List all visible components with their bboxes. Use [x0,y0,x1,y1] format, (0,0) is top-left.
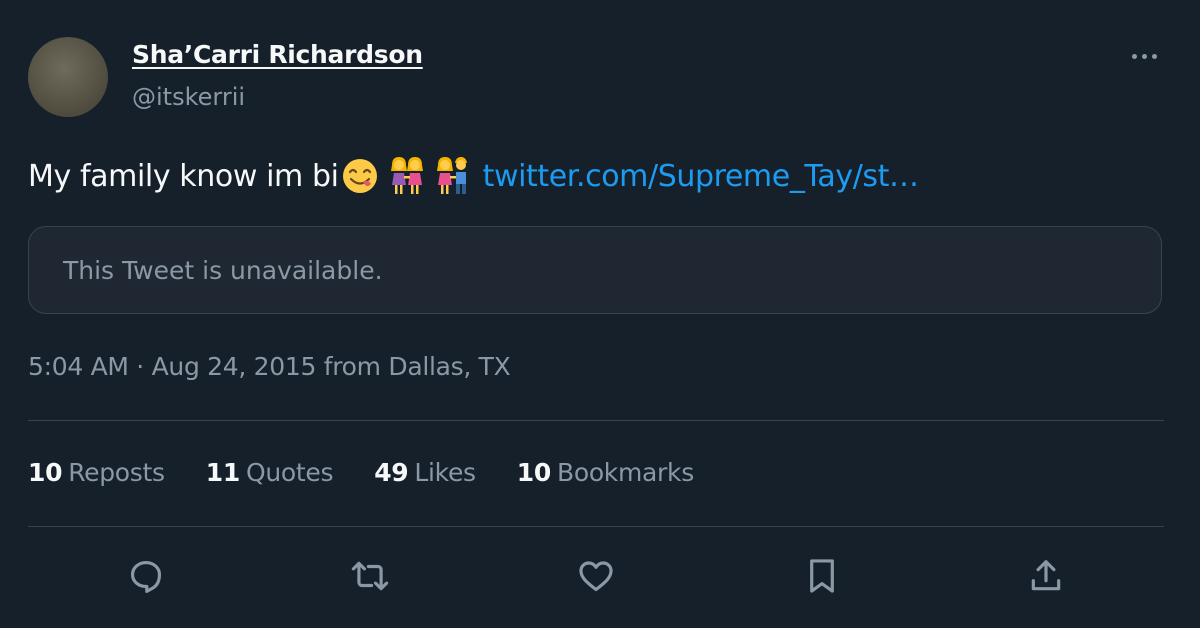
more-dot-icon [1131,53,1137,59]
stat-count: 10 [516,458,552,487]
quoted-tweet-card[interactable]: This Tweet is unavailable. [28,226,1162,314]
author-handle[interactable]: @itskerrii [132,83,245,111]
stat-count: 11 [205,458,241,487]
tweet-timestamp[interactable]: 5:04 AM · Aug 24, 2015 from Dallas, TX [28,352,511,381]
tweet-text: My family know im bi twitter.com/Supreme… [28,156,919,196]
stat-count: 10 [28,458,63,487]
stat-reposts[interactable]: 10 Reposts [28,458,165,487]
stat-likes[interactable]: 49 Likes [374,458,476,487]
women-holding-hands-emoji [389,156,425,196]
divider [28,526,1164,527]
share-icon [1031,560,1061,591]
stat-bookmarks[interactable]: 10 Bookmarks [517,458,694,487]
repost-icon [351,561,389,591]
reply-icon [130,560,162,593]
stat-quotes[interactable]: 11 Quotes [205,458,334,487]
like-button[interactable] [576,556,616,596]
quote-unavailable-text: This Tweet is unavailable. [63,256,383,285]
bookmark-button[interactable] [802,556,842,596]
more-dot-icon [1151,53,1157,59]
stat-label: Likes [414,458,476,487]
reply-button[interactable] [126,556,166,596]
bookmark-icon [810,559,834,593]
face-savoring-food-emoji [341,157,379,195]
avatar[interactable] [28,37,108,117]
author-display-name[interactable]: Sha’Carri Richardson [132,40,423,69]
like-icon [579,561,613,592]
tweet-text-body: My family know im bi [28,158,339,194]
stat-label: Bookmarks [556,458,694,487]
stat-count: 49 [374,458,409,487]
share-button[interactable] [1026,556,1066,596]
divider [28,420,1164,421]
tweet-stats: 10 Reposts 11 Quotes 49 Likes 10 Bookmarks [28,458,735,487]
tweet-card: Sha’Carri Richardson @itskerrii My famil… [0,0,1200,628]
more-options-button[interactable] [1124,44,1164,68]
repost-button[interactable] [350,556,390,596]
stat-label: Reposts [68,458,165,487]
tweet-link[interactable]: twitter.com/Supreme_Tay/st… [483,159,919,194]
more-dot-icon [1141,53,1147,59]
woman-and-man-holding-hands-emoji [435,156,471,196]
stat-label: Quotes [245,458,334,487]
